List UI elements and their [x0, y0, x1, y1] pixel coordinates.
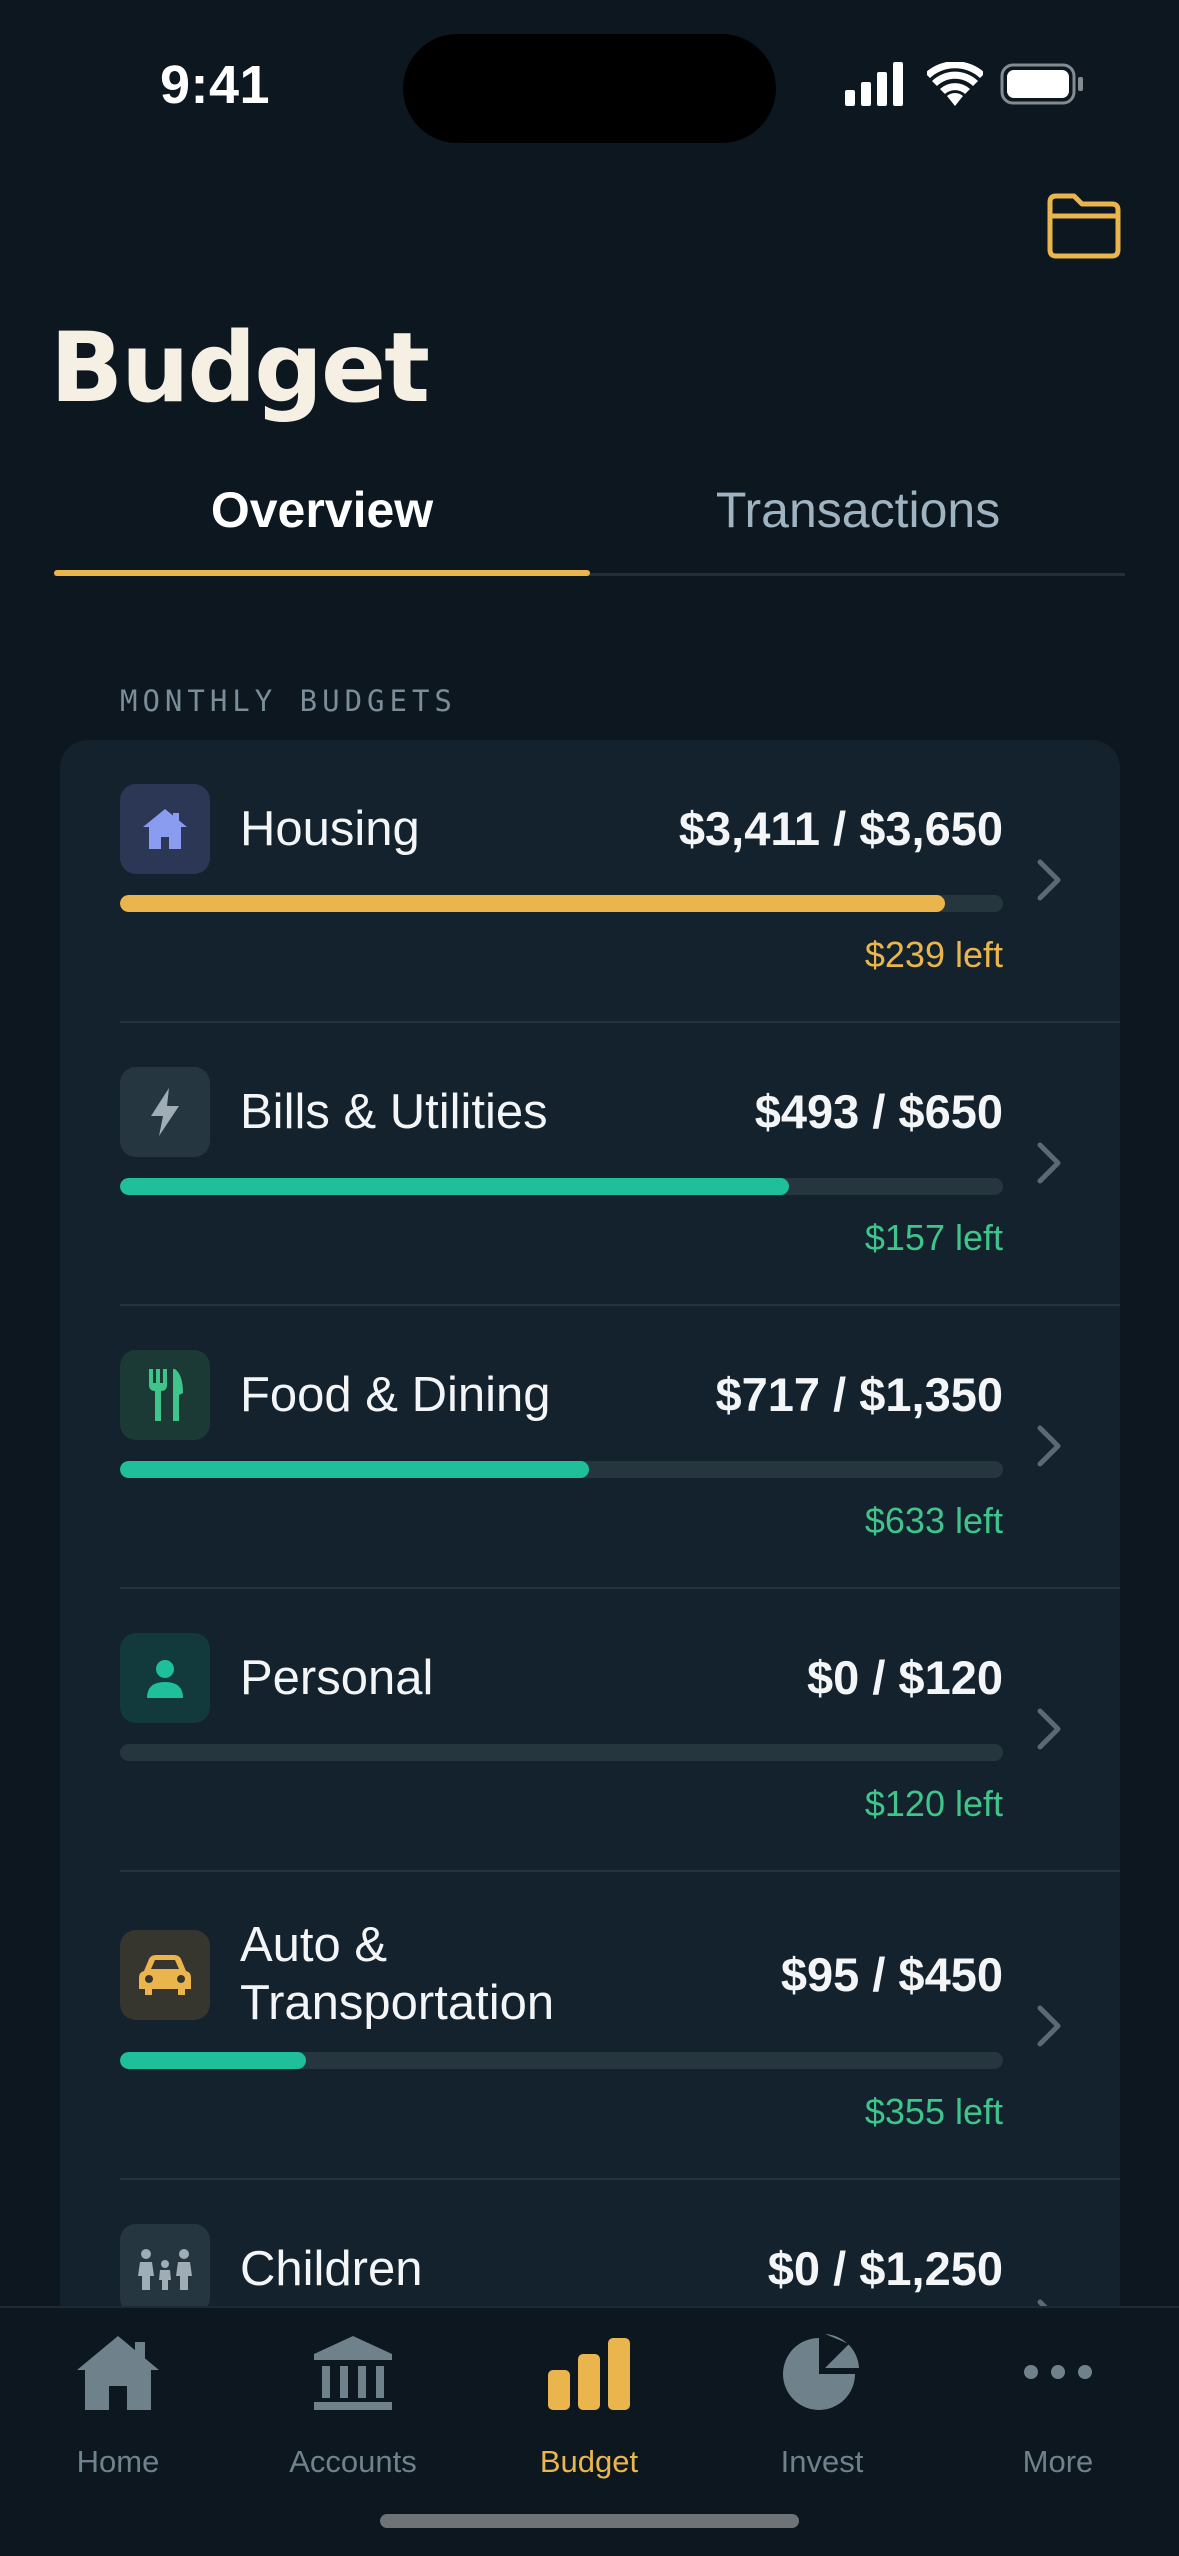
tabbar-label: Invest	[780, 2444, 864, 2479]
folder-icon	[1047, 193, 1121, 259]
progress-track	[120, 895, 1003, 912]
category-name-line: Auto &	[240, 1918, 388, 1972]
budget-row-housing[interactable]: Housing $3,411 / $3,650 $239 left	[60, 740, 1120, 1023]
category-name: Personal	[240, 1651, 434, 1705]
budgets-card: Housing $3,411 / $3,650 $239 left Bills …	[60, 740, 1120, 2440]
chevron-right-icon	[1037, 1425, 1061, 1467]
chevron-right-icon	[1037, 1142, 1061, 1184]
progress-track	[120, 1461, 1003, 1478]
tabbar-item-accounts[interactable]: Accounts	[253, 2330, 453, 2480]
remaining-amount: $355 left	[864, 2091, 1003, 2132]
progress-fill	[120, 1178, 790, 1195]
category-amount: $95 / $450	[780, 1948, 1003, 2001]
category-name: Food & Dining	[240, 1368, 551, 1422]
category-name-line: Transportation	[240, 1976, 555, 2030]
tabbar-item-home[interactable]: Home	[18, 2330, 218, 2480]
more-icon	[1024, 2365, 1092, 2379]
tabbar-item-budget[interactable]: Budget	[489, 2330, 689, 2480]
category-name: Housing	[240, 802, 420, 856]
tabbar-label: Home	[76, 2444, 160, 2479]
remaining-amount: $120 left	[864, 1783, 1003, 1824]
tabbar-label: Accounts	[289, 2444, 417, 2479]
bank-icon	[314, 2336, 392, 2410]
status-bar: 9:41	[0, 0, 1179, 170]
progress-fill	[120, 2052, 307, 2069]
bar-chart-icon	[548, 2338, 630, 2410]
progress-track	[120, 2052, 1003, 2069]
tab-active-indicator	[54, 570, 590, 576]
remaining-amount: $157 left	[864, 1217, 1003, 1258]
budget-row-personal[interactable]: Personal $0 / $120 $120 left	[60, 1589, 1120, 1872]
budget-row-bills-utilities[interactable]: Bills & Utilities $493 / $650 $157 left	[60, 1023, 1120, 1306]
category-amount: $3,411 / $3,650	[678, 802, 1003, 855]
segmented-tabs: Overview Transactions	[54, 470, 1125, 576]
budget-row-food-dining[interactable]: Food & Dining $717 / $1,350 $633 left	[60, 1306, 1120, 1589]
chevron-right-icon	[1037, 2005, 1061, 2047]
chevron-right-icon	[1037, 859, 1061, 901]
tabbar-item-invest[interactable]: Invest	[722, 2330, 922, 2480]
status-time: 9:41	[160, 55, 271, 115]
category-amount: $0 / $1,250	[767, 2242, 1003, 2295]
remaining-amount: $239 left	[864, 934, 1003, 975]
tabbar-label: More	[1022, 2444, 1094, 2479]
progress-track	[120, 1178, 1003, 1195]
chevron-right-icon	[1037, 1708, 1061, 1750]
category-name: Auto & Transportation	[240, 1916, 554, 2032]
pie-chart-icon	[783, 2334, 859, 2410]
bolt-icon	[120, 1067, 210, 1157]
car-icon	[120, 1930, 210, 2020]
folder-button[interactable]	[1044, 190, 1124, 262]
battery-icon	[1000, 63, 1083, 105]
category-amount: $717 / $1,350	[715, 1368, 1004, 1421]
home-indicator	[380, 2514, 799, 2528]
category-amount: $0 / $120	[806, 1651, 1003, 1704]
cellular-signal-icon	[845, 62, 903, 106]
tabbar-item-more[interactable]: More	[958, 2330, 1158, 2480]
progress-fill	[120, 1461, 589, 1478]
progress-fill	[120, 895, 945, 912]
budget-row-auto-transportation[interactable]: Auto & Transportation $95 / $450 $355 le…	[60, 1872, 1120, 2180]
house-icon	[120, 784, 210, 874]
remaining-amount: $633 left	[864, 1500, 1003, 1541]
home-icon	[77, 2336, 159, 2410]
utensils-icon	[120, 1350, 210, 1440]
page-title: Budget	[50, 312, 430, 424]
status-icons	[845, 62, 1085, 112]
tabbar-label: Budget	[539, 2444, 639, 2479]
progress-track	[120, 1744, 1003, 1761]
category-name: Children	[240, 2242, 423, 2296]
wifi-icon	[927, 62, 983, 106]
tab-overview[interactable]: Overview	[54, 470, 590, 576]
family-icon	[120, 2224, 210, 2314]
tab-transactions[interactable]: Transactions	[590, 470, 1126, 576]
category-name: Bills & Utilities	[240, 1085, 548, 1139]
category-amount: $493 / $650	[754, 1085, 1003, 1138]
section-label: MONTHLY BUDGETS	[120, 684, 457, 718]
dynamic-island	[403, 34, 776, 143]
person-icon	[120, 1633, 210, 1723]
